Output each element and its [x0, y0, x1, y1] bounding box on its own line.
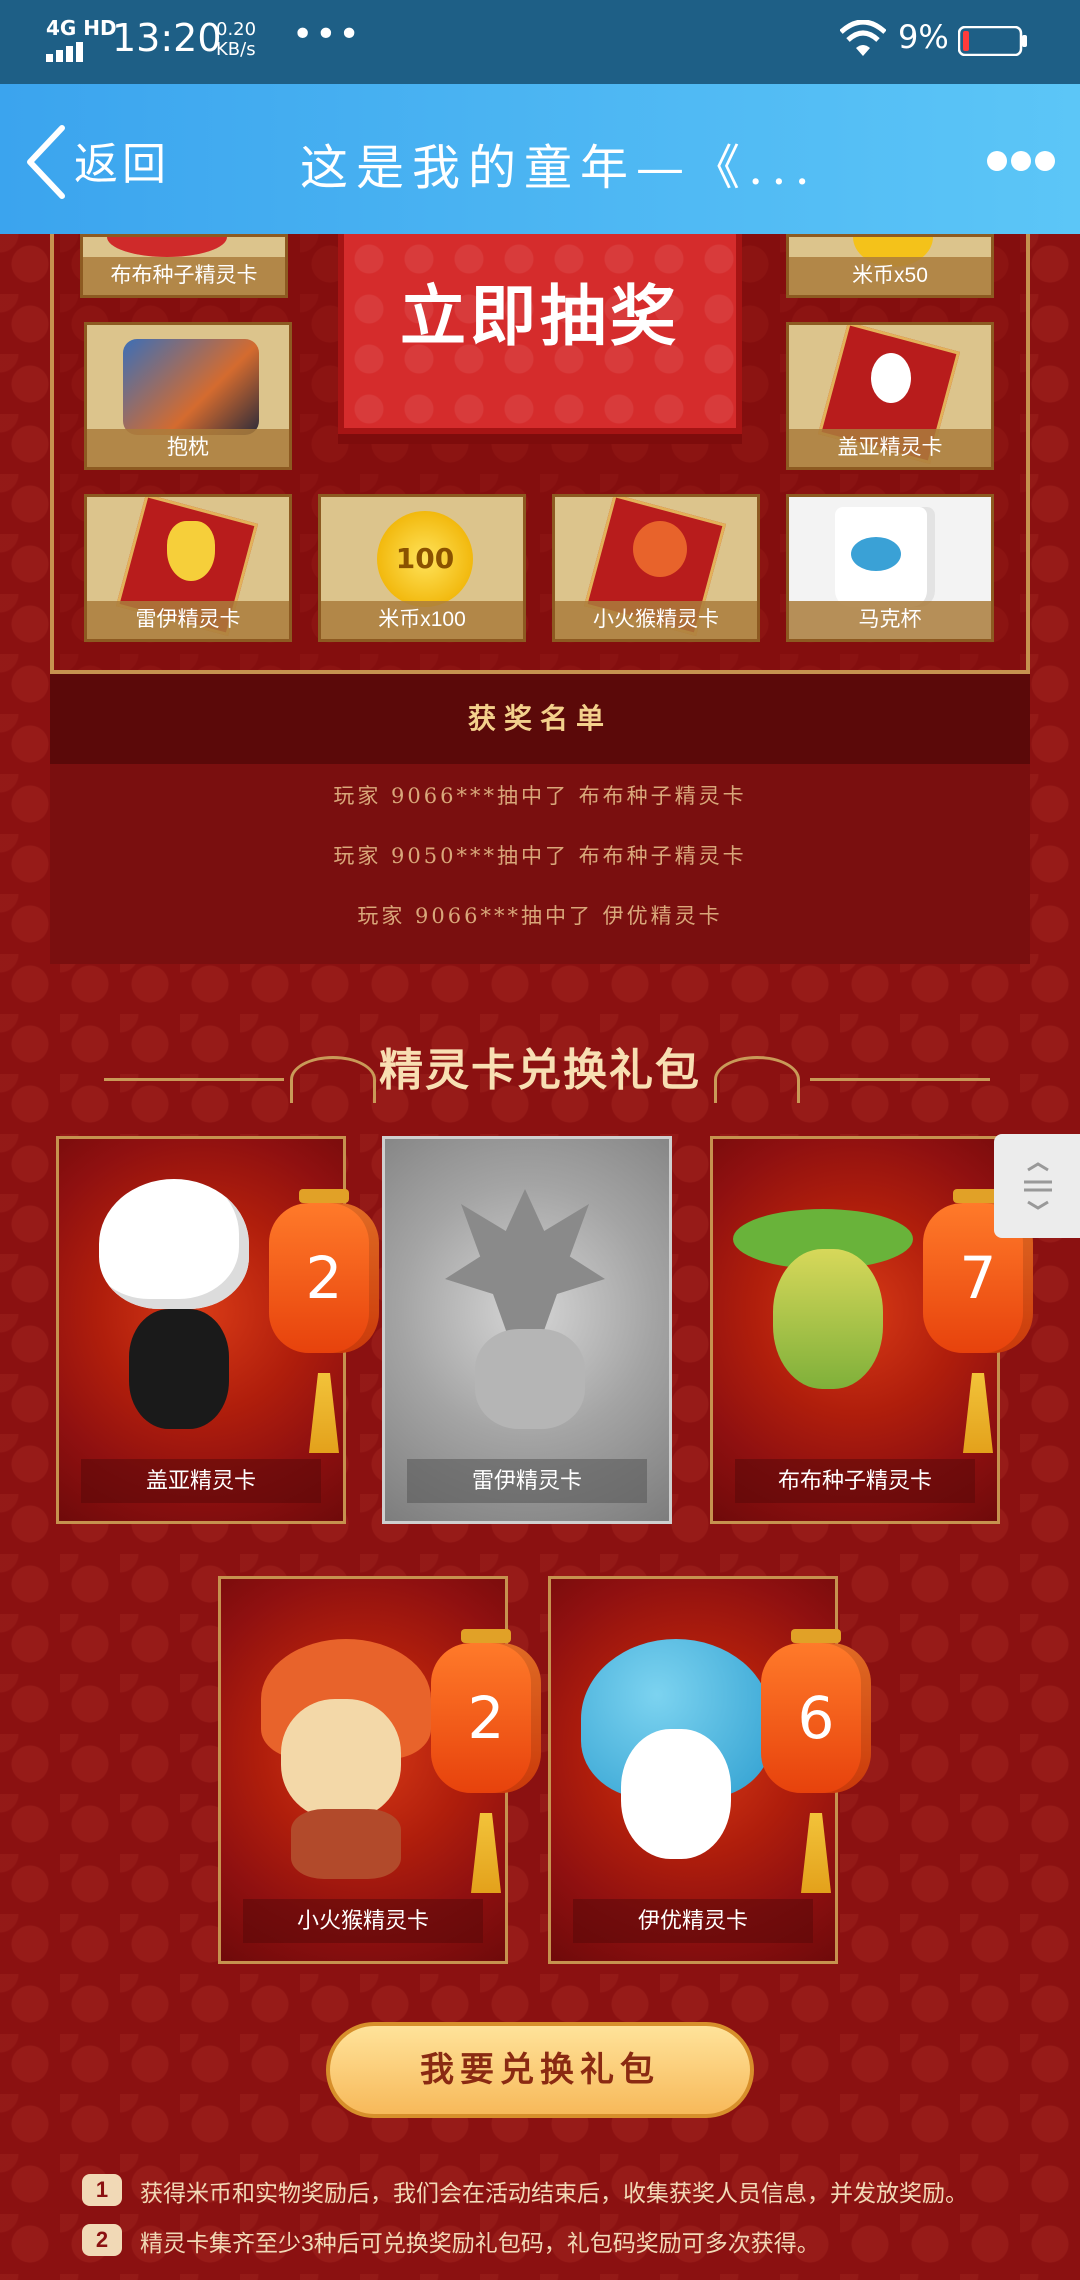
rule-text: 获得米币和实物奖励后，我们会在活动结束后，收集获奖人员信息，并发放奖励。: [140, 2180, 968, 2206]
list-item: 玩家 9050***抽中了 布布种子精灵卡: [333, 844, 747, 868]
lantern-tassel: [963, 1373, 993, 1453]
more-options-icon[interactable]: [986, 148, 1056, 174]
winners-list: 玩家 9066***抽中了 布布种子精灵卡 玩家 9050***抽中了 布布种子…: [50, 764, 1030, 964]
wifi-icon: [840, 20, 886, 56]
card-label: 雷伊精灵卡: [407, 1459, 647, 1503]
prize-tile: 马克杯: [786, 494, 994, 642]
chimcha-figure: [633, 521, 687, 577]
lantern-tassel: [471, 1813, 501, 1893]
back-arrow-icon[interactable]: [22, 124, 70, 200]
prize-label: 盖亚精灵卡: [789, 429, 991, 467]
rule-item: 2 精灵卡集齐至少3种后可兑换奖励礼包码，礼包码奖励可多次获得。: [82, 2224, 820, 2258]
card-count: 7: [959, 1244, 997, 1312]
prize-tile: 米币x50: [786, 234, 994, 298]
spirit-card[interactable]: 2 盖亚精灵卡: [56, 1136, 379, 1524]
battery-percent: 9%: [898, 18, 949, 56]
lantern-tassel: [801, 1813, 831, 1893]
gaia-figure: [99, 1179, 249, 1309]
prize-label: 雷伊精灵卡: [87, 601, 289, 639]
drag-handle-icon: [1024, 1162, 1052, 1210]
prize-label: 马克杯: [789, 601, 991, 639]
gaia-body: [129, 1309, 229, 1429]
card-label: 盖亚精灵卡: [81, 1459, 321, 1503]
prize-label: 布布种子精灵卡: [83, 257, 285, 295]
chimcha-body: [291, 1809, 401, 1879]
clock: 13:20: [112, 16, 222, 60]
prize-label: 小火猴精灵卡: [555, 601, 757, 639]
rey-figure: [167, 521, 215, 581]
card-count: 2: [305, 1244, 343, 1312]
card-count: 2: [467, 1684, 505, 1752]
pillow-image: [123, 339, 259, 435]
rey-figure: [445, 1189, 605, 1339]
seed-figure: [773, 1249, 883, 1389]
card-count: 6: [797, 1684, 835, 1752]
count-lantern: 2: [431, 1629, 541, 1893]
back-button[interactable]: 返回: [74, 128, 170, 192]
list-item: 玩家 9066***抽中了 伊优精灵卡: [357, 904, 723, 928]
battery-icon: [958, 26, 1027, 56]
prize-label: 抱枕: [87, 429, 289, 467]
seed-card-image: [107, 237, 227, 257]
count-lantern: 2: [269, 1189, 379, 1453]
network-indicator: 4G HD: [46, 16, 117, 40]
mug-print: [851, 537, 901, 571]
coin-100-image: 100: [377, 511, 473, 607]
spirit-card-locked[interactable]: 雷伊精灵卡: [382, 1136, 672, 1524]
card-label: 布布种子精灵卡: [735, 1459, 975, 1503]
list-item: 玩家 9066***抽中了 布布种子精灵卡: [333, 784, 747, 808]
rule-number-badge: 1: [82, 2174, 122, 2206]
prize-tile: 雷伊精灵卡: [84, 494, 292, 642]
draw-now-button[interactable]: 立即抽奖: [338, 234, 742, 434]
spirit-card[interactable]: 2 小火猴精灵卡: [218, 1576, 541, 1964]
signal-icon: [46, 42, 83, 62]
rey-body: [475, 1329, 585, 1429]
lantern-tassel: [309, 1373, 339, 1453]
page-title: 这是我的童年—《...: [300, 140, 818, 196]
ornament-line-right: [810, 1078, 990, 1081]
exchange-gift-button[interactable]: 我要兑换礼包: [326, 2022, 754, 2118]
gaia-figure: [871, 353, 911, 403]
notification-overflow-icon: •••: [292, 14, 362, 55]
page-content: 布布种子精灵卡 米币x50 立即抽奖 抱枕 盖亚精灵卡 雷伊精灵卡 100 米币…: [0, 234, 1080, 2280]
lantern-cap: [461, 1629, 511, 1643]
speed-unit: KB/s: [216, 39, 256, 60]
title-bar: 返回 这是我的童年—《...: [0, 84, 1080, 234]
prize-label: 米币x100: [321, 601, 523, 639]
status-bar: 4G HD 13:20 0.20 KB/s ••• 9%: [0, 0, 1080, 84]
network-speed: 0.20 KB/s: [216, 20, 256, 60]
floating-menu-handle[interactable]: [994, 1134, 1080, 1238]
lantern-cap: [299, 1189, 349, 1203]
rule-text: 精灵卡集齐至少3种后可兑换奖励礼包码，礼包码奖励可多次获得。: [140, 2230, 820, 2256]
yiyou-face: [621, 1729, 731, 1859]
count-lantern: 6: [761, 1629, 871, 1893]
spirit-card[interactable]: 6 伊优精灵卡: [548, 1576, 871, 1964]
card-label: 小火猴精灵卡: [243, 1899, 483, 1943]
spirit-card[interactable]: 7 布布种子精灵卡: [710, 1136, 1033, 1524]
prize-tile: 布布种子精灵卡: [80, 234, 288, 298]
prize-tile: 盖亚精灵卡: [786, 322, 994, 470]
section-title: 精灵卡兑换礼包: [379, 1045, 701, 1096]
cloud-ornament-icon: [714, 1056, 800, 1103]
rule-item: 1 获得米币和实物奖励后，我们会在活动结束后，收集获奖人员信息，并发放奖励。: [82, 2174, 968, 2208]
winners-heading: 获奖名单: [50, 674, 1030, 764]
rule-number-badge: 2: [82, 2224, 122, 2256]
lantern-cap: [791, 1629, 841, 1643]
prize-tile: 抱枕: [84, 322, 292, 470]
speed-value: 0.20: [216, 19, 257, 40]
card-label: 伊优精灵卡: [573, 1899, 813, 1943]
prize-tile: 小火猴精灵卡: [552, 494, 760, 642]
prize-label: 米币x50: [789, 257, 991, 295]
prize-tile: 100 米币x100: [318, 494, 526, 642]
chimcha-face: [281, 1699, 401, 1819]
